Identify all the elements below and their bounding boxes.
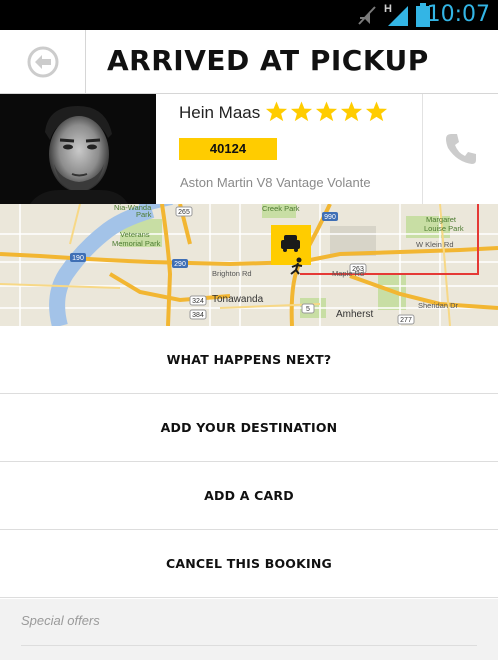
pickup-map[interactable]: 265 190 290 990 324 384 277 263 5 Nia-Wa… bbox=[0, 204, 498, 326]
booking-actions: WHAT HAPPENS NEXT? ADD YOUR DESTINATION … bbox=[0, 326, 498, 598]
driver-name: Hein Maas bbox=[179, 103, 261, 122]
route-shield: 190 bbox=[72, 255, 84, 262]
license-plate-badge: 40124 bbox=[179, 138, 277, 160]
map-label: Creek Park bbox=[262, 204, 300, 213]
add-destination-button[interactable]: ADD YOUR DESTINATION bbox=[0, 394, 498, 462]
route-shield: 5 bbox=[306, 306, 310, 313]
status-time: 10:07 bbox=[426, 2, 490, 27]
driver-card: Hein Maas 40124 Aston Martin V8 Vantage … bbox=[0, 94, 498, 204]
map-label: Park bbox=[136, 210, 152, 219]
car-model: Aston Martin V8 Vantage Volante bbox=[180, 175, 371, 190]
cancel-booking-button[interactable]: CANCEL THIS BOOKING bbox=[0, 530, 498, 598]
page-title: ARRIVED AT PICKUP bbox=[107, 44, 429, 77]
call-driver-button[interactable] bbox=[422, 94, 498, 204]
mute-icon bbox=[358, 6, 376, 25]
special-offers-label[interactable]: Special offers bbox=[21, 613, 100, 628]
star-icon bbox=[315, 101, 338, 122]
star-icon bbox=[340, 101, 363, 122]
map-label: Amherst bbox=[336, 309, 373, 320]
driver-rating bbox=[265, 100, 388, 123]
special-offers-section: Special offers bbox=[0, 599, 498, 660]
map-label: Veterans bbox=[120, 230, 150, 239]
map-label: Louise Park bbox=[424, 224, 464, 233]
star-icon bbox=[365, 101, 388, 122]
phone-icon bbox=[445, 134, 476, 164]
star-icon bbox=[265, 101, 288, 122]
map-label: Brighton Rd bbox=[212, 269, 252, 278]
back-button[interactable] bbox=[0, 30, 86, 93]
map-label: Tonawanda bbox=[212, 294, 264, 305]
divider bbox=[21, 645, 477, 646]
route-shield: 277 bbox=[400, 317, 412, 324]
back-arrow-icon bbox=[27, 46, 58, 77]
map-label: Memorial Park bbox=[112, 239, 161, 248]
route-shield: 324 bbox=[192, 298, 204, 305]
route-shield: 990 bbox=[324, 214, 336, 221]
route-shield: 384 bbox=[192, 312, 204, 319]
driver-photo bbox=[0, 94, 156, 204]
add-card-button[interactable]: ADD A CARD bbox=[0, 462, 498, 530]
signal-icon bbox=[388, 6, 408, 26]
map-label: Maple Rd bbox=[332, 269, 364, 278]
taxi-marker[interactable] bbox=[271, 225, 311, 265]
app-header: ARRIVED AT PICKUP bbox=[0, 30, 498, 94]
route-shield: 290 bbox=[174, 261, 186, 268]
map-label: Margaret bbox=[426, 215, 457, 224]
status-bar: H 10:07 bbox=[0, 0, 498, 30]
map-label: Sheridan Dr bbox=[418, 301, 459, 310]
map-label: W Klein Rd bbox=[416, 240, 454, 249]
star-icon bbox=[290, 101, 313, 122]
what-happens-next-button[interactable]: WHAT HAPPENS NEXT? bbox=[0, 326, 498, 394]
route-shield: 265 bbox=[178, 209, 190, 216]
